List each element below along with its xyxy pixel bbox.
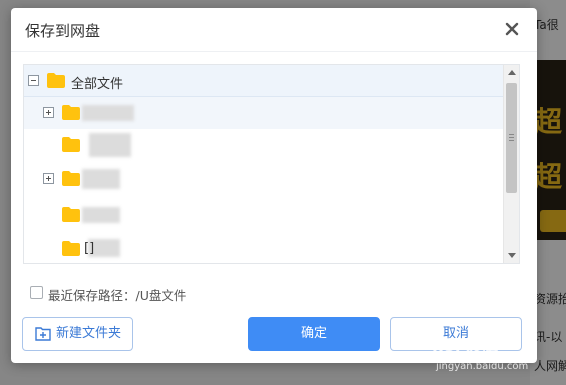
grip-line [509,134,514,135]
expand-icon[interactable] [43,173,54,184]
folder-icon [62,171,80,186]
folder-icon [62,137,80,152]
tree-row-root[interactable]: 全部文件 [24,65,504,97]
dialog-title: 保存到网盘 [25,22,101,40]
recent-path-checkbox[interactable] [30,286,43,299]
confirm-button[interactable]: 确定 [248,317,380,351]
tree-row[interactable] [24,97,504,129]
blurred-folder-name [82,105,134,121]
tree-row[interactable] [24,163,504,195]
folder-icon [62,241,80,256]
scrollbar-thumb[interactable] [506,83,517,193]
collapse-icon[interactable] [28,75,39,86]
tree-row-label: [] [84,241,95,256]
grip-line [509,140,514,141]
folder-icon [47,73,65,88]
folder-tree: 全部文件 [] [23,64,520,264]
dialog-title-bar: 保存到网盘 [11,8,537,52]
blurred-folder-name [82,169,120,189]
new-folder-icon [35,327,51,341]
folder-icon [62,105,80,120]
folder-icon [62,207,80,222]
tree-row[interactable]: [] [24,233,504,263]
folder-tree-list: 全部文件 [] [24,65,504,263]
expand-icon[interactable] [43,107,54,118]
tree-row[interactable] [24,129,504,161]
recent-path-label: 最近保存路径：/U盘文件 [48,288,187,303]
grip-line [509,137,514,138]
new-folder-label: 新建文件夹 [56,326,122,341]
watermark-url: jingyan.baidu.com [436,361,529,372]
blurred-folder-name [89,133,131,157]
new-folder-button[interactable]: 新建文件夹 [22,317,133,351]
scroll-down-arrow-icon[interactable] [508,253,516,258]
tree-scrollbar[interactable] [503,65,519,263]
close-icon[interactable] [503,20,521,38]
tree-row-label: 全部文件 [71,77,124,92]
blurred-folder-name [82,207,120,223]
tree-row[interactable] [24,199,504,231]
save-to-netdisk-dialog: 保存到网盘 全部文件 [] 最近保存路径：/U盘文件 新建文件夹 确定 取消 [11,8,537,363]
scroll-up-arrow-icon[interactable] [508,70,516,75]
